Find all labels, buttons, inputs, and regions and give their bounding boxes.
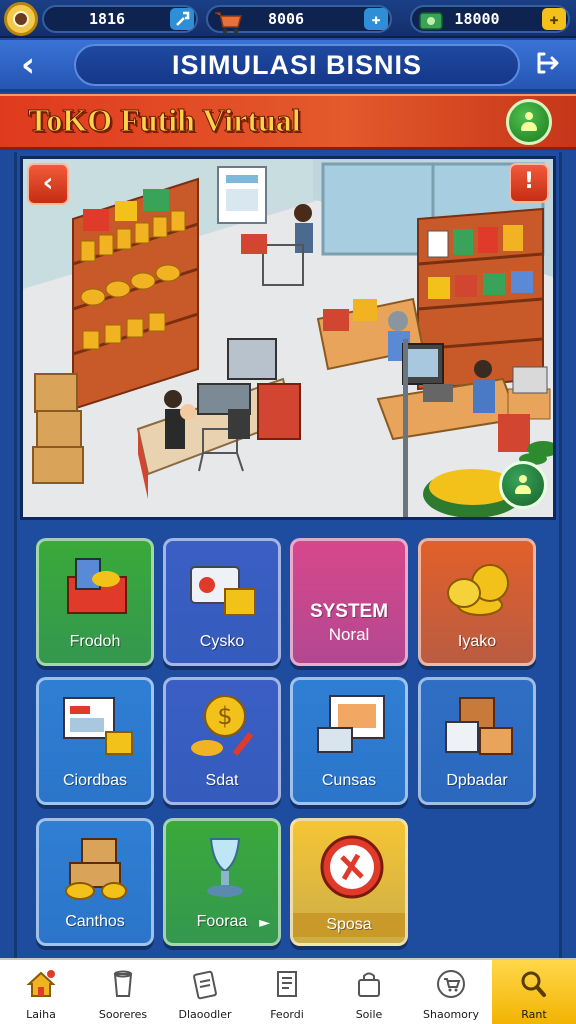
resource-3: 18000 ✚ bbox=[410, 5, 570, 33]
nav-item-home[interactable]: Laiha bbox=[0, 960, 82, 1024]
register-icon bbox=[190, 566, 256, 616]
person-icon bbox=[513, 475, 533, 495]
page-title: ISIMULASI BISNIS bbox=[74, 44, 520, 86]
nav-label: Soile bbox=[355, 1008, 383, 1021]
coins-icon bbox=[447, 564, 509, 616]
chevron-left-icon: ‹ bbox=[42, 168, 54, 198]
monitor-icon bbox=[63, 697, 133, 755]
wrench-button[interactable] bbox=[170, 8, 194, 30]
bag-icon bbox=[358, 972, 380, 997]
person-icon bbox=[519, 112, 539, 132]
nav-label: Dlaoodler bbox=[178, 1008, 232, 1021]
nav-label: Laiha bbox=[26, 1008, 56, 1021]
menu-tile-sposa[interactable]: Sposa bbox=[290, 818, 408, 946]
menu-tile-system[interactable]: SYSTEM Noral bbox=[290, 538, 408, 666]
exit-button[interactable] bbox=[530, 48, 566, 84]
cup-icon bbox=[113, 970, 133, 997]
dollar-icon: $ bbox=[191, 695, 254, 756]
arrow-right-icon: ► bbox=[259, 915, 270, 931]
resource-bar: 1816 8006 ✚ 18000 ✚ bbox=[0, 0, 576, 38]
tile-title: SYSTEM bbox=[309, 601, 389, 622]
nav-item-feordi[interactable]: Feordi bbox=[246, 960, 328, 1024]
store-illustration bbox=[23, 159, 553, 517]
computer-icon bbox=[317, 695, 385, 753]
nav-item-sooreres[interactable]: Sooreres bbox=[82, 960, 164, 1024]
wrench-icon bbox=[176, 11, 190, 26]
nav-item-dlaoodler[interactable]: Dlaoodler bbox=[164, 960, 246, 1024]
nav-item-shaomory[interactable]: Shaomory bbox=[410, 960, 492, 1024]
resource-1: 1816 bbox=[42, 5, 198, 33]
tile-label: Sposa bbox=[293, 913, 405, 937]
player-avatar[interactable] bbox=[4, 2, 38, 36]
store-name: ToKO Futih Virtual bbox=[28, 102, 302, 139]
profile-button[interactable] bbox=[506, 99, 552, 145]
scene-alert-button[interactable]: ! bbox=[509, 163, 549, 203]
menu-tile-dpbadar[interactable]: Dpbadar bbox=[418, 677, 536, 805]
nav-label: Rant bbox=[521, 1008, 547, 1021]
menu-tile-cunsas[interactable]: Cunsas bbox=[290, 677, 408, 805]
chevron-left-icon: ‹ bbox=[20, 45, 35, 85]
resource-1-value: 1816 bbox=[88, 10, 126, 28]
scene-prev-button[interactable]: ‹ bbox=[27, 163, 69, 205]
tile-label: Cunsas bbox=[321, 772, 377, 789]
tile-label: Dpbadar bbox=[446, 772, 508, 789]
tile-label: Ciordbas bbox=[62, 772, 128, 789]
menu-tile-frodoh[interactable]: Frodoh bbox=[36, 538, 154, 666]
clipboard-icon bbox=[193, 970, 217, 1000]
search-icon bbox=[521, 971, 546, 997]
plus-icon: ✚ bbox=[549, 10, 559, 28]
back-button[interactable]: ‹ bbox=[8, 46, 48, 86]
svg-text:$: $ bbox=[217, 702, 232, 730]
cart-resource-icon bbox=[215, 12, 242, 34]
resource-3-value: 18000 bbox=[454, 10, 500, 28]
boxes-gold-icon bbox=[65, 838, 127, 900]
menu-tile-canthos[interactable]: Canthos bbox=[36, 818, 154, 946]
menu-tile-fooraa[interactable]: Fooraa ► bbox=[163, 818, 281, 946]
tile-label: Iyako bbox=[457, 633, 497, 650]
header: ‹ ISIMULASI BISNIS bbox=[0, 40, 576, 92]
plus-icon: ✚ bbox=[371, 10, 381, 28]
exit-icon bbox=[537, 52, 559, 74]
scene-profile-button[interactable] bbox=[499, 461, 547, 509]
add-resource-2-button[interactable]: ✚ bbox=[364, 8, 388, 30]
menu-tile-cysko[interactable]: Cysko bbox=[163, 538, 281, 666]
resource-2-value: 8006 bbox=[267, 10, 305, 28]
menu-tile-sdat[interactable]: $ Sdat bbox=[163, 677, 281, 805]
trophy-icon bbox=[207, 838, 243, 897]
nav-item-soile[interactable]: Soile bbox=[328, 960, 410, 1024]
menu-tile-ciordbas[interactable]: Ciordbas bbox=[36, 677, 154, 805]
home-icon bbox=[26, 970, 56, 997]
badge-icon bbox=[320, 835, 384, 899]
cart-icon bbox=[437, 970, 465, 998]
tile-label: Cysko bbox=[199, 633, 245, 650]
nav-label: Sooreres bbox=[98, 1008, 148, 1021]
resource-2: 8006 ✚ bbox=[206, 5, 392, 34]
menu-tile-iyako[interactable]: Iyako bbox=[418, 538, 536, 666]
nav-label: Shaomory bbox=[423, 1008, 479, 1021]
tile-label: Frodoh bbox=[69, 633, 121, 650]
tile-label: Sdat bbox=[205, 772, 239, 789]
store-scene[interactable]: ‹ ! bbox=[20, 156, 556, 520]
money-resource-icon bbox=[419, 12, 443, 30]
nav-label: Feordi bbox=[270, 1008, 304, 1021]
tile-subtitle: Noral bbox=[328, 625, 370, 644]
document-icon bbox=[277, 971, 297, 997]
nav-item-rant[interactable]: Rant bbox=[492, 960, 576, 1024]
boxes-icon bbox=[445, 697, 513, 755]
add-resource-3-button[interactable]: ✚ bbox=[542, 8, 566, 30]
tile-label: Canthos bbox=[65, 913, 125, 930]
store-banner: ToKO Futih Virtual bbox=[0, 94, 576, 150]
avatar-face-icon bbox=[13, 11, 29, 27]
basket-icon bbox=[67, 558, 127, 614]
bottom-nav: Laiha Sooreres Dlaoodler Feordi Soile Sh… bbox=[0, 958, 576, 1024]
exclamation-icon: ! bbox=[523, 169, 535, 194]
